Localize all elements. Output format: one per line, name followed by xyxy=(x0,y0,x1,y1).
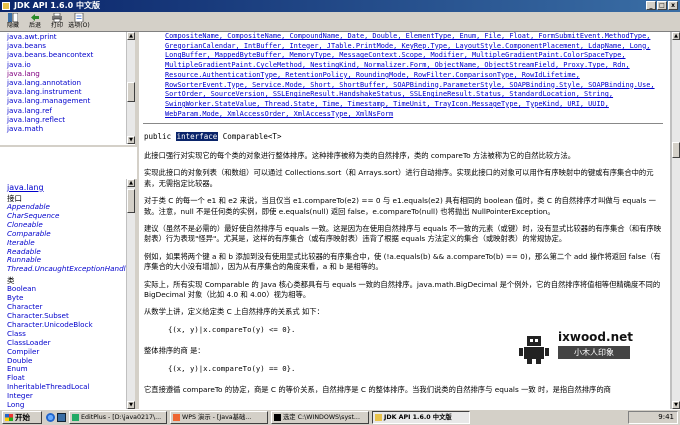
task-label: 选定 C:\WINDOWS\syst... xyxy=(283,414,360,421)
watermark: ixwood.net 小木人印象 xyxy=(518,330,638,385)
system-tray: 9:41 xyxy=(628,411,678,424)
task-label: WPS 演示 - [Java基础... xyxy=(182,414,252,421)
options-button[interactable]: 选项(O) xyxy=(68,12,90,32)
printer-icon xyxy=(52,13,62,22)
taskbar: 开始 EditPlus - [D:\java0217\... WPS 演示 - … xyxy=(0,409,680,425)
package-title-link[interactable]: java.lang xyxy=(7,183,128,193)
hide-button[interactable]: 隐藏 xyxy=(2,12,24,32)
implementing-classes-links[interactable]: CompositeName, CompositeName, CompoundNa… xyxy=(165,32,655,118)
editplus-icon xyxy=(72,414,79,421)
task-label: EditPlus - [D:\java0217\... xyxy=(81,414,162,421)
paragraph: 例如，如果将两个键 a 和 b 添加到没有使用显式比较器的有序集合中，使 (!a… xyxy=(144,251,661,272)
ie-icon[interactable] xyxy=(46,413,55,422)
task-jdk-api[interactable]: JDK API 1.6.0 中文版 xyxy=(372,411,470,424)
package-link[interactable]: java.awt.print xyxy=(7,32,128,41)
decl-name: Comparable<T> xyxy=(222,132,282,141)
decl-prefix: public xyxy=(144,132,172,141)
package-link[interactable]: java.lang.reflect xyxy=(7,115,128,124)
paragraph: 对于类 C 的每一个 e1 和 e2 来说，当且仅当 e1.compareTo(… xyxy=(144,196,656,216)
windows-logo-icon xyxy=(5,414,13,421)
hide-icon xyxy=(8,13,18,22)
back-button[interactable]: 后退 xyxy=(24,12,46,32)
class-list-scrollbar[interactable]: ▲ ▼ xyxy=(126,179,135,409)
divider xyxy=(143,123,663,124)
watermark-caption: 小木人印象 xyxy=(558,346,630,359)
task-wps[interactable]: WPS 演示 - [Java基础... xyxy=(170,411,268,424)
class-link[interactable]: Enum xyxy=(7,365,128,374)
back-arrow-icon xyxy=(31,14,39,21)
quick-launch xyxy=(46,413,66,422)
back-label: 后退 xyxy=(28,22,41,29)
content-scrollbar-track[interactable]: ▲ ▼ xyxy=(671,32,680,409)
class-list: java.lang 接口 Appendable CharSequence Clone… xyxy=(0,179,128,409)
package-link[interactable]: java.lang.annotation xyxy=(7,78,128,87)
implementing-classes: CompositeName, CompositeName, CompoundNa… xyxy=(139,32,670,119)
package-link[interactable]: java.beans.beancontext xyxy=(7,50,128,59)
package-link[interactable]: java.beans xyxy=(7,41,128,50)
window-title: JDK API 1.6.0 中文版 xyxy=(14,1,100,10)
print-button[interactable]: 打印 xyxy=(46,12,68,32)
title-bar: JDK API 1.6.0 中文版 _ □ x xyxy=(0,0,680,12)
content-scrollbar[interactable]: ▲ ▼ xyxy=(670,32,680,409)
scroll-down-arrow-icon[interactable]: ▼ xyxy=(672,401,680,409)
start-label: 开始 xyxy=(15,413,30,422)
maximize-button[interactable]: □ xyxy=(657,1,667,10)
package-link[interactable]: java.lang xyxy=(7,69,128,78)
task-cmd[interactable]: 选定 C:\WINDOWS\syst... xyxy=(271,411,369,424)
start-button[interactable]: 开始 xyxy=(2,411,42,424)
cmd-icon xyxy=(274,414,281,421)
toolbar: 隐藏 后退 打印 选项(O) xyxy=(0,12,680,32)
scroll-thumb[interactable] xyxy=(672,142,680,158)
options-label: 选项(O) xyxy=(68,22,90,29)
watermark-site: ixwood.net xyxy=(558,330,633,344)
interface-link[interactable]: Thread.UncaughtExceptionHandler xyxy=(7,264,128,274)
class-link[interactable]: Boolean xyxy=(7,284,128,294)
app-icon xyxy=(2,2,10,10)
navigation-pane: java.awt.print java.beans java.beans.beanc… xyxy=(0,32,137,409)
scroll-up-arrow-icon[interactable]: ▲ xyxy=(127,179,135,187)
package-link[interactable]: java.lang.management xyxy=(7,96,128,105)
close-button[interactable]: x xyxy=(668,1,678,10)
help-window: JDK API 1.6.0 中文版 _ □ x 隐藏 后退 打印 选项(O) j… xyxy=(0,0,680,409)
package-link[interactable]: java.math xyxy=(7,124,128,133)
scroll-thumb[interactable] xyxy=(127,82,135,102)
desktop-icon[interactable] xyxy=(57,413,66,422)
paragraph: 建议（虽然不是必需的）最好使自然排序与 equals 一致。这是因为在使用自然排… xyxy=(144,224,662,244)
task-editplus[interactable]: EditPlus - [D:\java0217\... xyxy=(69,411,167,424)
hide-label: 隐藏 xyxy=(6,22,19,29)
class-link[interactable]: Integer xyxy=(7,391,128,401)
scroll-thumb[interactable] xyxy=(127,189,135,213)
robot-logo-icon xyxy=(519,336,549,364)
package-link[interactable]: java.lang.ref xyxy=(7,106,128,115)
interface-declaration: public interface Comparable<T> xyxy=(144,132,281,141)
paragraph: 实现此接口的对象列表（和数组）可以通过 Collections.sort（和 A… xyxy=(144,168,654,188)
paragraph: 实际上，所有实现 Comparable 的 Java 核心类都具有与 equal… xyxy=(144,279,661,300)
scroll-up-arrow-icon[interactable]: ▲ xyxy=(672,32,680,40)
package-link[interactable]: java.lang.instrument xyxy=(7,87,128,96)
paragraph: 从数学上讲，定义给定类 C 上自然排序的关系式 如下： xyxy=(144,307,324,317)
package-link[interactable]: java.io xyxy=(7,60,128,69)
package-list: java.awt.print java.beans java.beans.beanc… xyxy=(0,32,128,142)
minimize-button[interactable]: _ xyxy=(646,1,656,10)
scroll-up-arrow-icon[interactable]: ▲ xyxy=(127,32,135,40)
scroll-down-arrow-icon[interactable]: ▼ xyxy=(127,136,135,144)
task-label: JDK API 1.6.0 中文版 xyxy=(384,414,452,421)
decl-keyword-highlight: interface xyxy=(175,132,219,141)
class-link[interactable]: Long xyxy=(7,400,128,409)
pane-splitter[interactable] xyxy=(0,145,137,179)
package-list-scrollbar[interactable]: ▲ ▼ xyxy=(126,32,135,144)
clock: 9:41 xyxy=(658,413,674,421)
options-icon xyxy=(74,13,84,22)
help-icon xyxy=(375,414,382,421)
scroll-down-arrow-icon[interactable]: ▼ xyxy=(127,401,135,409)
print-label: 打印 xyxy=(50,22,63,29)
paragraph: 它直接遵循 compareTo 的协定，商是 C 的等价关系，自然排序是 C 的… xyxy=(144,385,611,395)
wps-icon xyxy=(173,414,180,421)
paragraph: 此接口强行对实现它的每个类的对象进行整体排序。这种排序被称为类的自然排序，类的 … xyxy=(144,151,576,160)
window-controls: _ □ x xyxy=(646,1,678,10)
